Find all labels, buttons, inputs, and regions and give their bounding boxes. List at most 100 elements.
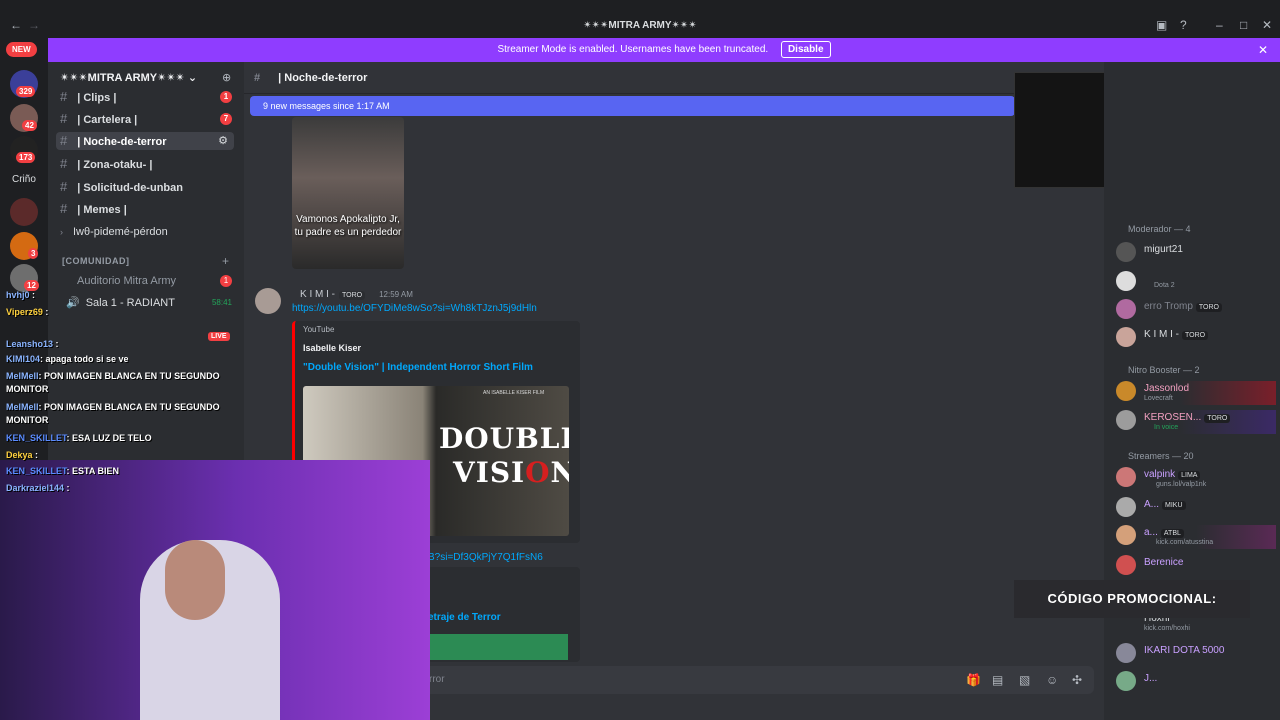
- new-messages-bar[interactable]: 9 new messages since 1:17 AM: [250, 96, 1015, 116]
- minimize-icon[interactable]: –: [1216, 19, 1223, 31]
- voice-channel-auditorio[interactable]: Auditorio Mitra Army 1: [60, 272, 238, 290]
- embed-2-image[interactable]: [430, 634, 568, 660]
- channel-clips[interactable]: # | Clips | 1: [60, 88, 238, 106]
- live-badge: LIVE: [208, 332, 230, 341]
- server-folder-label[interactable]: Criño: [12, 174, 36, 185]
- close-banner-icon[interactable]: ✕: [1258, 38, 1268, 62]
- inbox-icon[interactable]: ▣: [1156, 19, 1167, 31]
- close-window-icon[interactable]: ✕: [1262, 19, 1272, 31]
- embed-2-title[interactable]: etraje de Terror: [428, 612, 501, 623]
- sticker-icon[interactable]: ▧: [1019, 673, 1030, 687]
- add-channel-icon[interactable]: +: [222, 254, 229, 268]
- new-badge: NEW: [6, 42, 37, 57]
- channel-noche-de-terror[interactable]: # | Noche-de-terror ⚙: [56, 132, 234, 150]
- channel-memes[interactable]: # | Memes |: [60, 200, 238, 218]
- chat-user: MelMell: [6, 371, 39, 381]
- member-item[interactable]: K I M I - TORO: [1116, 327, 1276, 351]
- members-header-nitro: Nitro Booster — 2: [1128, 365, 1200, 375]
- member-name: KEROSEN... TORO: [1144, 412, 1231, 423]
- channel-header: [244, 62, 1104, 94]
- apps-icon[interactable]: ✣: [1072, 673, 1082, 687]
- thumbnail-credit: AN ISABELLE KISER FILM: [483, 390, 545, 396]
- category-comunidad[interactable]: [COMUNIDAD]: [62, 256, 130, 266]
- server-badge: 329: [16, 86, 36, 97]
- member-status: Dota 2: [1154, 282, 1175, 289]
- hash-icon: #: [60, 201, 68, 216]
- member-item[interactable]: migurt21: [1116, 242, 1276, 266]
- unread-badge: 7: [220, 113, 232, 125]
- message-author[interactable]: K I M I - TORO 12:59 AM: [300, 289, 413, 300]
- member-item[interactable]: A... MIKU: [1116, 497, 1276, 521]
- avatar[interactable]: [255, 288, 281, 314]
- server-icon[interactable]: [10, 198, 38, 226]
- members-header-moderador: Moderador — 4: [1128, 224, 1191, 234]
- member-item[interactable]: a... ATBL kick.com/atusstina: [1116, 525, 1276, 549]
- member-item[interactable]: Dota 2: [1116, 271, 1276, 295]
- channel-label: | Zona-otaku- |: [77, 159, 153, 171]
- chevron-down-icon: ⌄: [187, 72, 198, 84]
- gift-icon[interactable]: 🎁: [966, 673, 981, 687]
- member-item[interactable]: Jassonlod Lovecraft: [1116, 381, 1276, 405]
- hash-icon: #: [254, 72, 261, 84]
- member-item[interactable]: IKARI DOTA 5000: [1116, 643, 1276, 667]
- member-name-label: a...: [1144, 527, 1158, 538]
- member-name-label: valpink: [1144, 469, 1176, 480]
- channel-solicitud-de-unban[interactable]: # | Solicitud-de-unban: [60, 178, 238, 196]
- member-name: Berenice: [1144, 557, 1184, 568]
- hash-icon: #: [60, 111, 68, 126]
- gif-icon[interactable]: ▤: [992, 673, 1003, 687]
- thumb-letter: O: [525, 456, 551, 489]
- avatar: [1116, 242, 1136, 262]
- avatar: [1116, 381, 1136, 401]
- chat-user: KIMI104: [6, 354, 41, 364]
- member-item[interactable]: J...: [1116, 671, 1276, 695]
- chat-line: MelMell: PON IMAGEN BLANCA EN TU SEGUNDO…: [6, 401, 240, 427]
- author-name: K I M I -: [300, 289, 335, 300]
- voice-channel-sala-1[interactable]: 🔊 Sala 1 - RADIANT 58:41: [60, 294, 238, 312]
- speaker-icon: 🔊: [66, 297, 80, 309]
- avatar: [1116, 271, 1136, 291]
- input-placeholder: rror: [429, 674, 445, 685]
- disable-button[interactable]: Disable: [780, 41, 831, 58]
- invite-icon[interactable]: ⊕: [222, 71, 231, 84]
- chat-user: Leansho13: [6, 339, 54, 349]
- message-link-2[interactable]: B?si=Df3QkPjY7Q1fFsN6: [428, 552, 543, 563]
- role-tag: ATBL: [1160, 529, 1184, 538]
- channel-label: | Noche-de-terror: [77, 136, 167, 148]
- member-item[interactable]: valpink LIMA guns.lol/valp1nk: [1116, 467, 1276, 491]
- embed-title[interactable]: "Double Vision" | Independent Horror Sho…: [303, 362, 533, 373]
- member-item[interactable]: Hoxhi kick.com/hoxhi: [1116, 613, 1276, 641]
- avatar: [1116, 497, 1136, 517]
- avatar: [1116, 327, 1136, 347]
- member-name: erro Tromp TORO: [1144, 301, 1223, 312]
- member-name: A... MIKU: [1144, 499, 1186, 510]
- chat-line: hvhj0 :: [6, 290, 36, 300]
- unread-badge: 1: [220, 91, 232, 103]
- channel-cartelera[interactable]: # | Cartelera | 7: [60, 110, 238, 128]
- embed-author[interactable]: Isabelle Kiser: [303, 343, 361, 353]
- message-link[interactable]: https://youtu.be/OFYDiMe8wSo?si=Wh8kTJzn…: [292, 303, 537, 314]
- member-status: kick.com/hoxhi: [1144, 625, 1190, 632]
- member-status: kick.com/atusstina: [1156, 539, 1214, 546]
- server-name[interactable]: ✴✴✴MITRA ARMY✴✴✴ ⌄: [60, 71, 197, 84]
- channel-label: | Clips |: [77, 92, 117, 104]
- channel-pidemé-perdon[interactable]: › Iwθ-pidemé-pérdon: [60, 223, 238, 241]
- message-image[interactable]: Vamonos Apokalipto Jr, tu padre es un pe…: [292, 117, 404, 269]
- help-icon[interactable]: ?: [1180, 19, 1187, 31]
- chat-user: Viperz69: [6, 307, 43, 317]
- member-name: IKARI DOTA 5000: [1144, 645, 1225, 656]
- emoji-icon[interactable]: ☺: [1046, 673, 1058, 687]
- server-badge: 42: [22, 120, 37, 131]
- member-item[interactable]: KEROSEN... TORO In voice: [1116, 410, 1276, 434]
- avatar: [1116, 671, 1136, 691]
- role-tag: MIKU: [1162, 501, 1186, 510]
- channel-zona-otaku[interactable]: # | Zona-otaku- |: [60, 155, 238, 173]
- member-name: Jassonlod: [1144, 383, 1190, 394]
- voice-channel-label: Sala 1 - RADIANT: [85, 297, 175, 309]
- member-item[interactable]: erro Tromp TORO: [1116, 299, 1276, 323]
- maximize-icon[interactable]: □: [1240, 19, 1247, 31]
- chat-line: MelMell: PON IMAGEN BLANCA EN TU SEGUNDO…: [6, 370, 240, 396]
- settings-icon[interactable]: ⚙: [218, 132, 228, 150]
- member-item[interactable]: Berenice: [1116, 555, 1276, 579]
- thumb-word: OUBLE: [464, 422, 569, 455]
